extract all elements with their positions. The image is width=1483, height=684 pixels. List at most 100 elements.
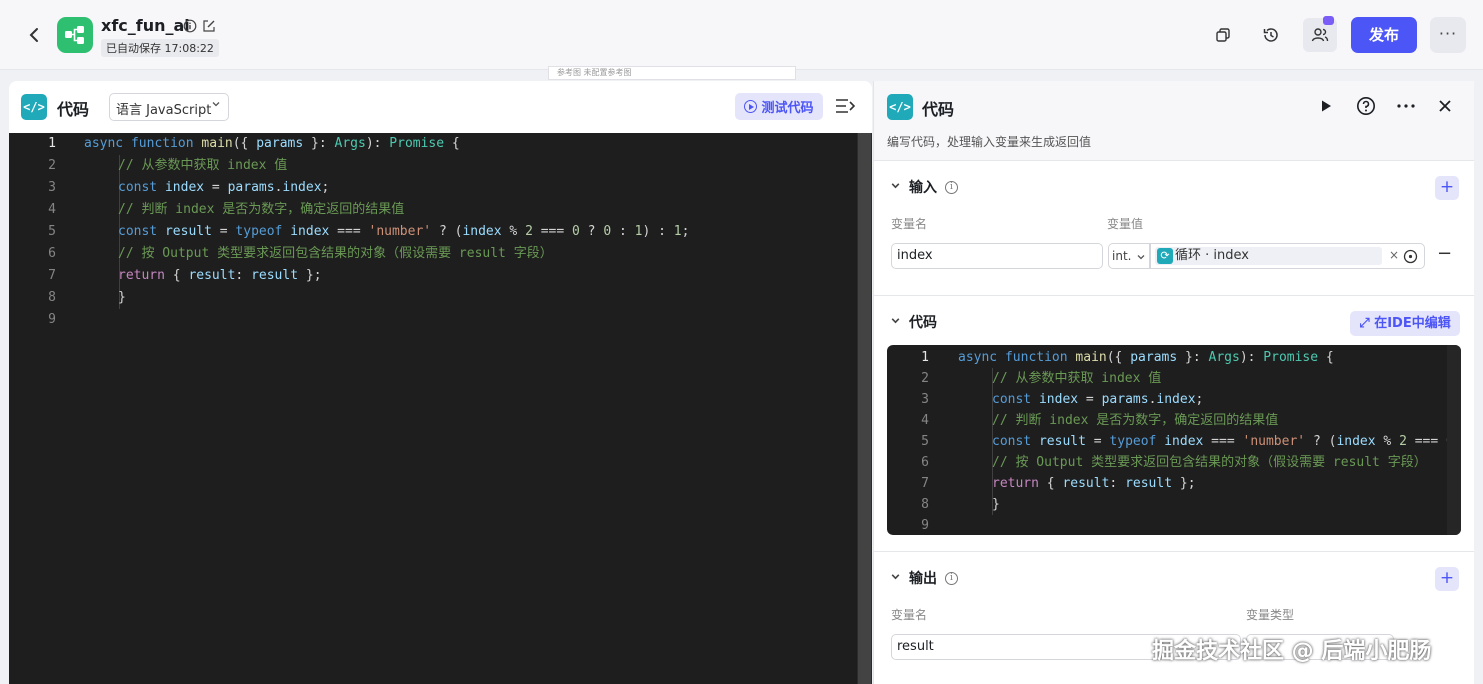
col-var-type: 变量类型 [1246,608,1295,622]
code-preview-editor[interactable]: 1 2 3 4 5 6 7 8 9 async function main({ … [887,345,1461,535]
col-var-value: 变量值 [1107,217,1144,231]
code-section: 代码 ⤢ 在IDE中编辑 1 2 3 4 5 6 7 8 9 async fun… [874,295,1474,551]
code-line: return { result: result }; [992,476,1196,491]
badge-icon [1323,16,1334,25]
input-var-name-field[interactable]: index [891,243,1103,269]
line-number: 8 [921,497,929,512]
info-icon[interactable]: i [945,571,958,585]
input-section: 输入 i + 变量名 变量值 index int. ⟳ 循环 · index ×… [874,160,1474,295]
ide-title: 代码 [57,100,90,119]
line-number: 5 [921,434,929,449]
target-icon[interactable] [1403,249,1418,264]
history-icon[interactable] [1254,18,1288,52]
col-var-name: 变量名 [891,217,928,231]
chevron-down-icon [1137,255,1145,260]
line-number: 6 [921,455,929,470]
add-output-button[interactable]: + [1435,567,1459,591]
code-section-title: 代码 [909,315,937,331]
remove-input-icon[interactable]: − [1437,243,1452,264]
input-title: 输入 [909,180,937,196]
canvas-edge [1474,81,1483,684]
users-icon [1311,28,1329,42]
code-line: async function main({ params }: Args): P… [958,350,1334,365]
variable-ref-chip[interactable]: ⟳ 循环 · index [1155,247,1382,265]
code-icon: </> [21,94,47,120]
code-line: const index = params.index; [118,180,330,195]
publish-button[interactable]: 发布 [1351,17,1417,53]
code-line: } [118,290,126,305]
code-line: } [992,497,1000,512]
input-section-header[interactable]: 输入 i [890,177,958,197]
add-input-button[interactable]: + [1435,176,1459,200]
edit-in-ide-button[interactable]: ⤢ 在IDE中编辑 [1350,311,1460,336]
variable-ref-label: 循环 · index [1175,248,1249,263]
code-lines: async function main({ params }: Args): P… [84,133,689,331]
code-line: // 按 Output 类型要求返回包含结果的对象（假设需要 result 字段… [992,455,1427,470]
line-number: 8 [48,290,56,305]
code-line: // 从参数中获取 index 值 [118,158,288,173]
duplicate-icon[interactable] [1206,18,1240,52]
line-number: 4 [48,202,56,217]
language-value: 语言 JavaScript [116,103,212,118]
code-line: const result = typeof index === 'number'… [992,434,1454,449]
close-icon[interactable] [1434,95,1456,117]
more-menu-button[interactable]: ··· [1430,17,1466,53]
ide-header: </> 代码 语言 JavaScript 测试代码 [9,81,872,133]
col-var-name: 变量名 [891,608,928,622]
ide-panel: </> 代码 语言 JavaScript 测试代码 1 2 3 4 5 6 7 … [9,81,872,684]
line-numbers: 1 2 3 4 5 6 7 8 9 [9,133,69,331]
code-line: async function main({ params }: Args): P… [84,136,460,151]
top-bar: xfc_fun_ai 已自动保存 17:08:22 发布 ··· [0,0,1483,70]
loop-icon: ⟳ [1157,248,1173,264]
line-number: 3 [921,392,929,407]
code-line: const index = params.index; [992,392,1204,407]
autosave-status: 已自动保存 17:08:22 [101,39,219,57]
line-number: 7 [48,268,56,283]
code-section-header[interactable]: 代码 [890,312,937,332]
scrollbar-thumb[interactable] [858,133,871,684]
edit-icon[interactable] [202,18,216,32]
chevron-down-icon [890,571,901,585]
panel-title: 代码 [922,100,955,119]
test-code-button[interactable]: 测试代码 [735,93,823,120]
run-icon[interactable] [1315,95,1337,117]
code-editor[interactable]: 1 2 3 4 5 6 7 8 9 async function main({ … [9,133,872,684]
language-select[interactable]: 语言 JavaScript [109,93,229,121]
collaborators-button[interactable] [1303,16,1337,52]
panel-description: 编写代码，处理输入变量来生成返回值 [887,135,1092,149]
line-number: 9 [921,518,929,533]
back-icon[interactable] [24,24,46,46]
input-var-ref-field[interactable]: ⟳ 循环 · index × [1150,243,1425,269]
output-title: 输出 [909,571,937,587]
canvas-node-hint: 参考图 未配置参考图 [548,66,796,80]
line-number: 2 [921,371,929,386]
code-line: // 判断 index 是否为数字，确定返回的结果值 [992,413,1279,428]
output-section-header[interactable]: 输出 i [890,568,958,588]
code-line: // 判断 index 是否为数字，确定返回的结果值 [118,202,405,217]
line-number: 9 [48,312,56,327]
edit-in-ide-label: 在IDE中编辑 [1374,316,1451,331]
line-numbers: 1 2 3 4 5 6 7 8 9 [887,347,931,535]
watermark: 掘金技术社区 @ 后端小肥肠 [1152,639,1432,664]
line-number: 6 [48,246,56,261]
scrollbar-track[interactable] [1447,345,1461,535]
expand-icon: ⤢ [1359,316,1375,331]
code-icon: </> [887,94,913,120]
code-line: const result = typeof index === 'number'… [118,224,690,239]
chevron-down-icon [211,99,221,112]
chevron-down-icon [890,315,901,329]
help-icon[interactable] [1355,95,1377,117]
info-icon[interactable]: i [945,180,958,194]
more-icon[interactable] [1395,95,1417,117]
line-number: 5 [48,224,56,239]
clear-icon[interactable]: × [1389,248,1399,262]
code-line: return { result: result }; [118,268,322,283]
play-circle-icon [744,100,758,113]
info-icon[interactable] [183,18,197,33]
collapse-panel-icon[interactable] [835,97,856,115]
input-var-type-select[interactable]: int. [1108,243,1150,269]
code-lines: async function main({ params }: Args): P… [958,347,1461,535]
code-line: // 按 Output 类型要求返回包含结果的对象（假设需要 result 字段… [118,246,553,261]
